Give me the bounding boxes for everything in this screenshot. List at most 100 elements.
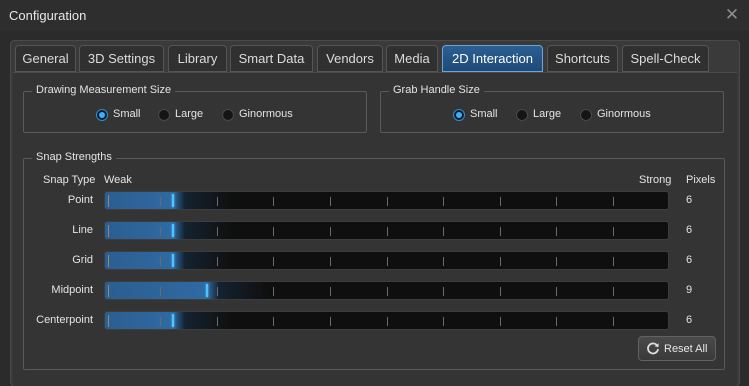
- slider-fill: [105, 252, 233, 269]
- slider-start-mark: [108, 285, 109, 297]
- slider-tick: [387, 287, 388, 296]
- tab-spell-check[interactable]: Spell-Check: [622, 45, 709, 72]
- slider-tick: [330, 227, 331, 236]
- slider-tick: [443, 197, 444, 206]
- slider-tick: [443, 227, 444, 236]
- snap-row-label: Grid: [72, 254, 93, 266]
- slider-tick: [160, 227, 161, 236]
- radio-indicator: [222, 109, 234, 121]
- slider-tick: [613, 317, 614, 326]
- tab-general[interactable]: General: [15, 45, 76, 72]
- slider-tick: [217, 197, 218, 206]
- slider-tick: [500, 227, 501, 236]
- slider-thumb[interactable]: [172, 254, 174, 267]
- slider-thumb[interactable]: [172, 224, 174, 237]
- slider-tick: [556, 257, 557, 266]
- snap-type-header: Snap Type: [43, 174, 96, 186]
- slider-tick: [556, 317, 557, 326]
- radio-indicator: [580, 109, 592, 121]
- tab-smart-data[interactable]: Smart Data: [230, 45, 313, 72]
- weak-header: Weak: [104, 174, 132, 186]
- snap-row-label: Midpoint: [51, 284, 93, 296]
- slider-tick: [273, 227, 274, 236]
- slider-tick: [160, 257, 161, 266]
- slider-tick: [613, 227, 614, 236]
- slider-tick: [500, 257, 501, 266]
- radio-label: Large: [175, 108, 204, 120]
- slider-tick: [443, 257, 444, 266]
- slider-tick: [443, 287, 444, 296]
- tab-vendors[interactable]: Vendors: [317, 45, 383, 72]
- slider-tick: [330, 287, 331, 296]
- slider-tick: [613, 197, 614, 206]
- slider-thumb[interactable]: [206, 284, 208, 297]
- slider-tick: [217, 287, 218, 296]
- radio-label: Small: [113, 108, 141, 120]
- snap-row-label: Point: [67, 194, 93, 206]
- snap-slider-centerpoint[interactable]: [104, 311, 669, 330]
- tab-shortcuts[interactable]: Shortcuts: [547, 45, 618, 72]
- reset-all-label: Reset All: [664, 343, 708, 355]
- window-title: Configuration: [9, 8, 87, 23]
- slider-start-mark: [108, 225, 109, 237]
- slider-start-mark: [108, 255, 109, 267]
- slider-tick: [217, 227, 218, 236]
- snap-strengths-label: Snap Strengths: [32, 151, 116, 163]
- slider-tick: [330, 257, 331, 266]
- snap-slider-point[interactable]: [104, 191, 669, 210]
- slider-tick: [273, 197, 274, 206]
- slider-tick: [556, 287, 557, 296]
- close-icon[interactable]: ✕: [722, 5, 742, 25]
- slider-fill: [105, 282, 267, 299]
- slider-tick: [613, 257, 614, 266]
- drawing-measurement-label: Drawing Measurement Size: [32, 84, 176, 96]
- radio-indicator: [453, 109, 465, 121]
- snap-slider-line[interactable]: [104, 221, 669, 240]
- slider-tick: [330, 317, 331, 326]
- slider-tick: [500, 317, 501, 326]
- slider-tick: [387, 197, 388, 206]
- slider-fill: [105, 312, 233, 329]
- slider-fill: [105, 192, 233, 209]
- reset-all-button[interactable]: Reset All: [638, 336, 716, 361]
- grab-handle-label: Grab Handle Size: [389, 84, 484, 96]
- slider-tick: [500, 287, 501, 296]
- slider-tick: [500, 197, 501, 206]
- title-bar: Configuration ✕: [0, 0, 749, 31]
- snap-pixels-value: 9: [686, 284, 693, 296]
- slider-tick: [273, 287, 274, 296]
- slider-thumb[interactable]: [172, 314, 174, 327]
- slider-tick: [556, 197, 557, 206]
- slider-thumb[interactable]: [172, 194, 174, 207]
- slider-tick: [613, 287, 614, 296]
- radio-indicator: [158, 109, 170, 121]
- radio-label: Ginormous: [597, 108, 651, 120]
- snap-row-label: Line: [72, 224, 93, 236]
- slider-tick: [160, 197, 161, 206]
- snap-slider-midpoint[interactable]: [104, 281, 669, 300]
- slider-tick: [556, 227, 557, 236]
- slider-tick: [160, 287, 161, 296]
- tab-library[interactable]: Library: [168, 45, 227, 72]
- slider-start-mark: [108, 195, 109, 207]
- snap-row-label: Centerpoint: [36, 314, 93, 326]
- slider-tick: [443, 317, 444, 326]
- tab-2d-interaction[interactable]: 2D Interaction: [442, 45, 543, 72]
- radio-indicator: [516, 109, 528, 121]
- snap-pixels-value: 6: [686, 224, 693, 236]
- radio-label: Small: [470, 108, 498, 120]
- radio-label: Large: [533, 108, 562, 120]
- snap-pixels-value: 6: [686, 314, 693, 326]
- strong-header: Strong: [639, 174, 672, 186]
- slider-tick: [273, 317, 274, 326]
- refresh-icon: [647, 342, 659, 355]
- slider-tick: [160, 317, 161, 326]
- snap-slider-grid[interactable]: [104, 251, 669, 270]
- slider-start-mark: [108, 315, 109, 327]
- tab-media[interactable]: Media: [386, 45, 438, 72]
- slider-tick: [387, 257, 388, 266]
- tab-3d-settings[interactable]: 3D Settings: [79, 45, 164, 72]
- slider-tick: [387, 317, 388, 326]
- slider-tick: [217, 257, 218, 266]
- slider-tick: [387, 227, 388, 236]
